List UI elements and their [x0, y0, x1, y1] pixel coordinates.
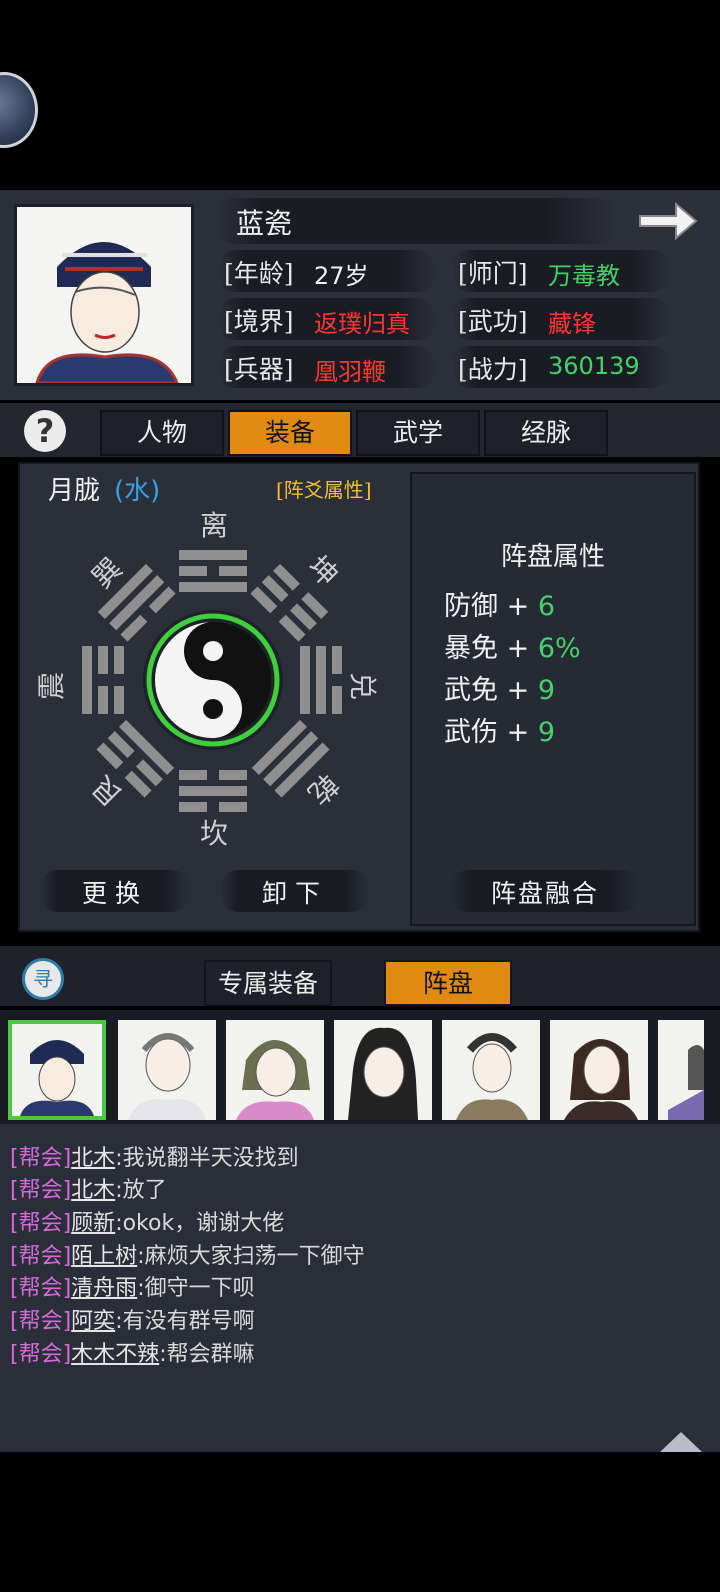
attribute-value: 9 [537, 675, 555, 706]
attribute-plus: + [506, 717, 530, 748]
hero-slot[interactable] [658, 1020, 704, 1120]
attribute-name: 防御 [444, 591, 498, 622]
trigram-attributes-link[interactable]: [阵爻属性] [276, 474, 372, 503]
chat-tag: [帮会] [10, 1309, 72, 1334]
weapon-value: 凰羽鞭 [314, 358, 386, 386]
weapon-label: [兵器] [224, 355, 294, 384]
chat-sender[interactable]: 北木 [71, 1178, 115, 1203]
trigram-kan-label: 坎 [199, 817, 228, 850]
attribute-plus: + [506, 675, 530, 706]
attribute-row: 防御 + 6 [444, 584, 555, 623]
chat-text: :麻烦大家扫荡一下御守 [137, 1244, 365, 1269]
tab-exclusive-equipment[interactable]: 专属装备 [204, 960, 332, 1006]
tab-meridians[interactable]: 经脉 [484, 410, 608, 456]
expand-up-icon[interactable] [660, 1430, 702, 1452]
hero-slot[interactable] [550, 1020, 648, 1120]
attribute-name: 暴免 [444, 633, 498, 664]
trigram-li-label: 离 [199, 509, 228, 542]
attribute-value: 6% [537, 633, 581, 664]
chat-tag: [帮会] [10, 1244, 72, 1269]
hero-slot[interactable] [334, 1020, 432, 1120]
age-value: 27岁 [314, 262, 369, 290]
chat-tag: [帮会] [10, 1276, 72, 1301]
attribute-row: 武免 + 9 [444, 668, 555, 707]
tab-equipment[interactable]: 装备 [228, 410, 352, 456]
chat-text: :okok，谢谢大佬 [115, 1211, 285, 1236]
chat-tag: [帮会] [10, 1178, 72, 1203]
hero-slot[interactable] [118, 1020, 216, 1120]
character-portrait [14, 204, 194, 386]
formation-fuse-button[interactable]: 阵盘融合 [450, 874, 640, 910]
chat-message: [帮会]顾新:okok，谢谢大佬 [10, 1205, 284, 1237]
yin-yang-icon [143, 610, 283, 750]
trigram-dui-label: 兑 [346, 671, 379, 700]
chat-tag: [帮会] [10, 1342, 72, 1367]
attribute-row: 武伤 + 9 [444, 710, 555, 749]
tab-martial-arts[interactable]: 武学 [356, 410, 480, 456]
realm-label: [境界] [224, 307, 294, 336]
formation-element: (水) [114, 476, 161, 506]
power-label: [战力] [458, 355, 528, 384]
formation-name: 月胧 [48, 476, 101, 506]
chat-tag: [帮会] [10, 1146, 72, 1171]
attribute-name: 武免 [444, 675, 498, 706]
search-icon[interactable]: 寻 [22, 958, 64, 1000]
sect-label: [师门] [458, 259, 528, 288]
chat-sender[interactable]: 顾新 [71, 1211, 115, 1236]
attribute-plus: + [506, 591, 530, 622]
attribute-value: 9 [537, 717, 555, 748]
chat-text: :御守一下呗 [137, 1276, 255, 1301]
sect-value: 万毒教 [548, 262, 620, 290]
trigram-zhen-label: 震 [35, 672, 68, 701]
unequip-button[interactable]: 卸下 [220, 874, 370, 910]
chat-sender[interactable]: 木木不辣 [71, 1342, 159, 1367]
lower-tab-bar [0, 946, 720, 1006]
chat-sender[interactable]: 北木 [71, 1146, 115, 1171]
chat-sender[interactable]: 陌上树 [71, 1244, 137, 1269]
next-arrow-icon[interactable] [636, 198, 700, 244]
help-icon[interactable]: ? [24, 410, 66, 452]
attribute-plus: + [506, 633, 530, 664]
chat-sender[interactable]: 清舟雨 [71, 1276, 137, 1301]
chat-text: :有没有群号啊 [115, 1309, 255, 1334]
chat-tag: [帮会] [10, 1211, 72, 1236]
chat-message: [帮会]阿奕:有没有群号啊 [10, 1303, 255, 1335]
hero-slot[interactable] [226, 1020, 324, 1120]
hero-slot[interactable] [442, 1020, 540, 1120]
chat-text: :帮会群嘛 [159, 1342, 255, 1367]
hero-slot[interactable] [8, 1020, 106, 1120]
attribute-value: 6 [537, 591, 555, 622]
chat-message: [帮会]北木:我说翻半天没找到 [10, 1140, 299, 1172]
martial-label: [武功] [458, 307, 528, 336]
martial-value: 藏锋 [548, 310, 596, 338]
chat-message: [帮会]木木不辣:帮会群嘛 [10, 1336, 255, 1368]
attributes-title: 阵盘属性 [500, 542, 605, 572]
tab-formation-plate[interactable]: 阵盘 [384, 960, 512, 1006]
chat-text: :我说翻半天没找到 [115, 1146, 299, 1171]
attribute-row: 暴免 + 6% [444, 626, 581, 665]
chat-message: [帮会]清舟雨:御守一下呗 [10, 1270, 255, 1302]
age-label: [年龄] [224, 259, 294, 288]
chat-text: :放了 [115, 1178, 167, 1203]
attribute-name: 武伤 [444, 717, 498, 748]
replace-button[interactable]: 更换 [40, 874, 190, 910]
tab-character[interactable]: 人物 [100, 410, 224, 456]
power-value: 360139 [548, 352, 640, 380]
chat-message: [帮会]陌上树:麻烦大家扫荡一下御守 [10, 1238, 365, 1270]
corner-menu-button[interactable] [0, 72, 38, 148]
realm-value: 返璞归真 [314, 310, 410, 338]
chat-message: [帮会]北木:放了 [10, 1172, 167, 1204]
character-name: 蓝瓷 [236, 207, 293, 240]
chat-sender[interactable]: 阿奕 [71, 1309, 115, 1334]
